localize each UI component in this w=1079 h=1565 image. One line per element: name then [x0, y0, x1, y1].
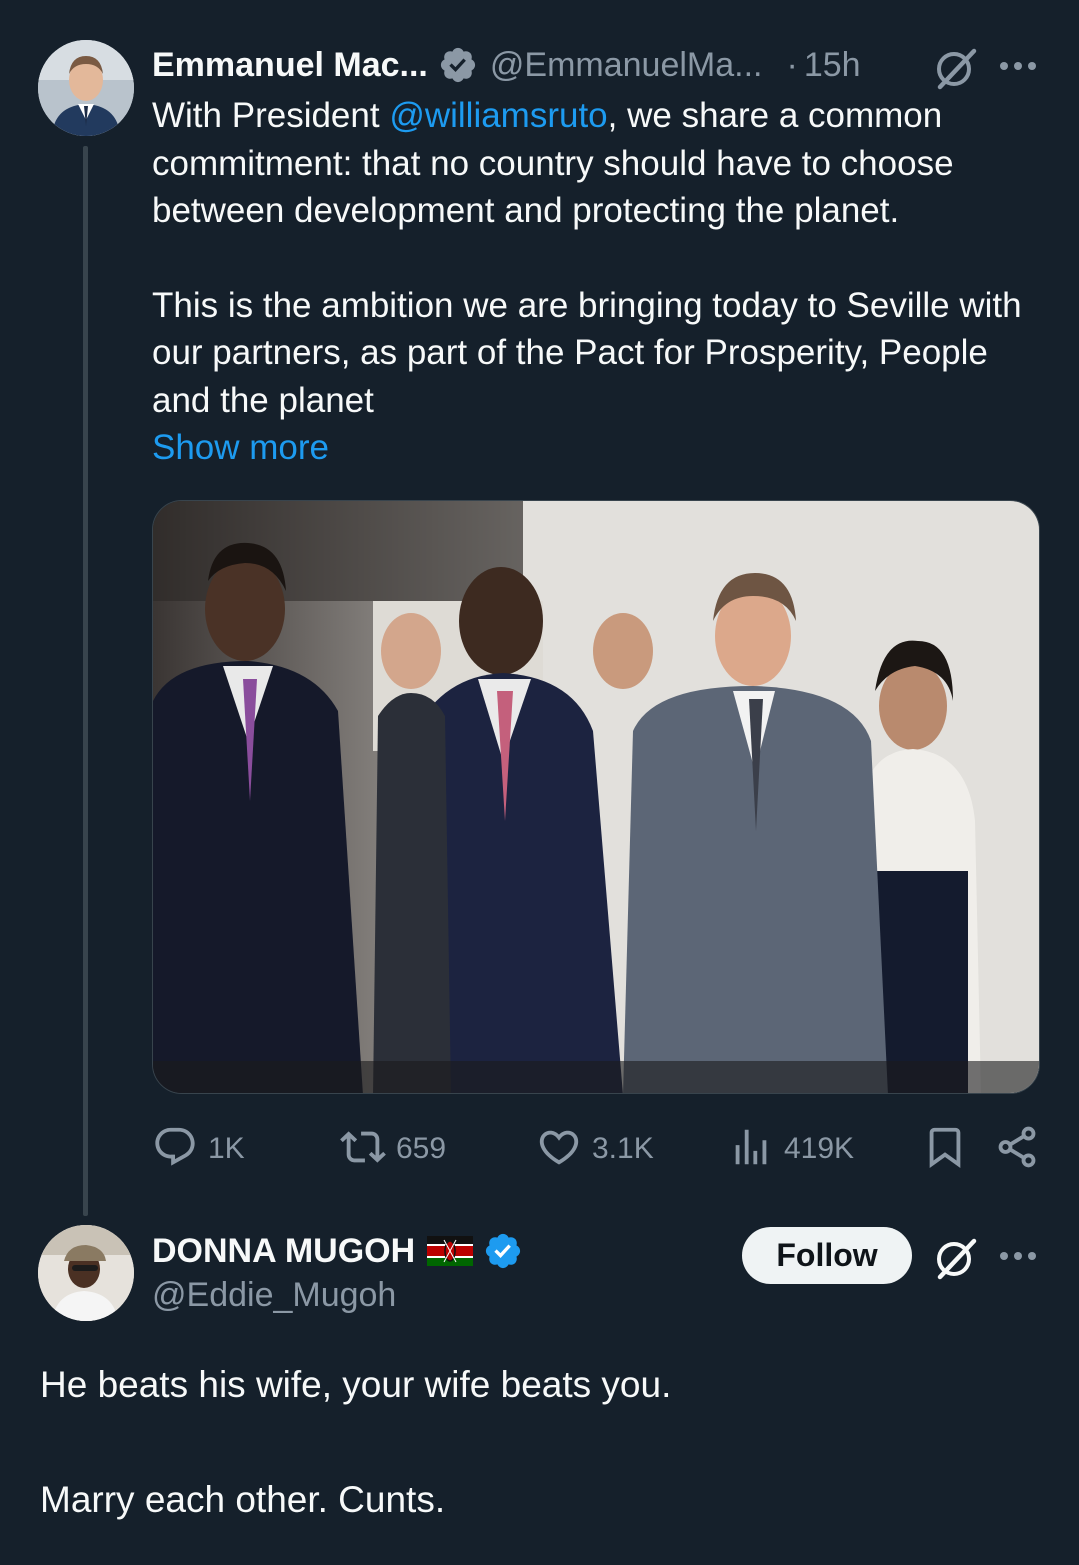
reply-action[interactable]: 1K — [152, 1122, 245, 1176]
reply-count: 1K — [208, 1132, 245, 1165]
heart-icon — [536, 1124, 582, 1175]
reply-author-handle[interactable]: @Eddie_Mugoh — [152, 1276, 396, 1315]
verified-badge-icon[interactable] — [483, 1231, 523, 1271]
views-chart-icon — [728, 1124, 774, 1175]
bookmark-icon — [922, 1124, 968, 1175]
repost-icon — [340, 1124, 386, 1175]
tweet-timestamp[interactable]: 15h — [804, 46, 861, 85]
bookmark-action[interactable] — [922, 1122, 968, 1176]
repost-count: 659 — [396, 1132, 447, 1165]
tweet-photo[interactable] — [152, 500, 1040, 1094]
tweet-header: Emmanuel Mac... @EmmanuelMa... · 15h — [152, 40, 1052, 90]
kenya-flag-icon — [427, 1236, 474, 1266]
verified-badge-icon[interactable] — [438, 45, 478, 85]
grok-icon[interactable] — [932, 43, 980, 91]
reply-header: DONNA MUGOH — [152, 1228, 523, 1274]
tweet-text-prefix: With President — [152, 96, 390, 135]
repost-action[interactable]: 659 — [340, 1122, 446, 1176]
tweet-body: With President @williamsruto, we share a… — [152, 92, 1052, 424]
reply-author-avatar[interactable] — [38, 1225, 134, 1321]
share-action[interactable] — [994, 1122, 1040, 1176]
tweet-paragraph-2: This is the ambition we are bringing tod… — [152, 285, 1022, 420]
reply-line-1: He beats his wife, your wife beats you. — [40, 1364, 672, 1405]
show-more-link[interactable]: Show more — [152, 424, 329, 471]
like-action[interactable]: 3.1K — [536, 1122, 654, 1176]
views-action[interactable]: 419K — [728, 1122, 854, 1176]
reply-body: He beats his wife, your wife beats you. … — [40, 1360, 1040, 1525]
reply-icon — [152, 1124, 198, 1175]
author-avatar[interactable] — [38, 40, 134, 136]
tweet-paragraph-1: With President @williamsruto, we share a… — [152, 92, 1052, 235]
more-icon[interactable] — [996, 1234, 1040, 1278]
follow-button[interactable]: Follow — [742, 1227, 912, 1284]
thread-view: Emmanuel Mac... @EmmanuelMa... · 15h Wit… — [0, 0, 1079, 1565]
view-count: 419K — [784, 1132, 855, 1165]
mention-link[interactable]: @williamsruto — [389, 96, 607, 135]
like-count: 3.1K — [592, 1132, 654, 1165]
share-icon — [994, 1124, 1040, 1175]
separator-dot: · — [786, 45, 798, 84]
thread-connector — [83, 146, 88, 1216]
grok-icon[interactable] — [932, 1233, 980, 1281]
more-icon[interactable] — [996, 44, 1040, 88]
author-handle[interactable]: @EmmanuelMa... — [490, 46, 763, 85]
reply-author-name[interactable]: DONNA MUGOH — [152, 1232, 415, 1271]
tweet-actions: 1K 659 3.1K 419K — [152, 1122, 1040, 1176]
author-name[interactable]: Emmanuel Mac... — [152, 46, 428, 85]
reply-line-2: Marry each other. Cunts. — [40, 1479, 446, 1520]
